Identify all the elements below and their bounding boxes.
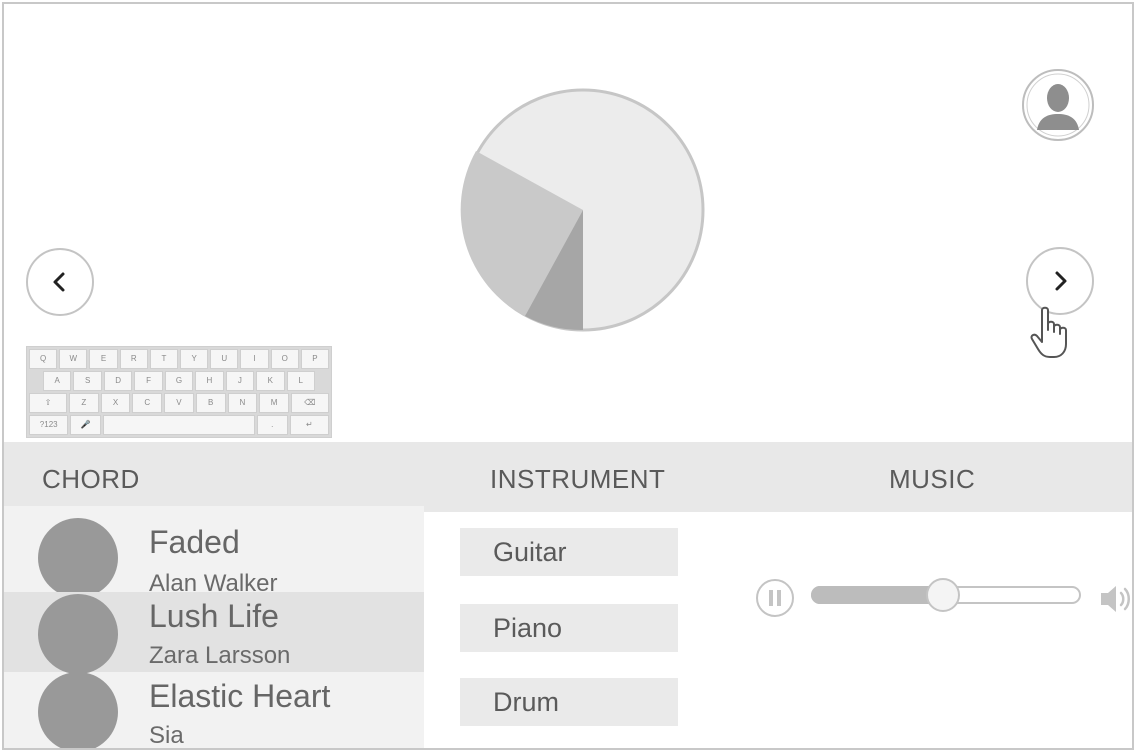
app-frame: QWERTYUIOP ASDFGHJKL ⇧ Z X C V B N M ⌫ ?123 🎤. ↵ C… bbox=[2, 2, 1134, 750]
slider-thumb[interactable] bbox=[926, 578, 961, 612]
keyboard-row: ASDFGHJKL bbox=[29, 371, 329, 391]
keyboard-key[interactable]: ↵ bbox=[289, 415, 329, 435]
virtual-keyboard[interactable]: QWERTYUIOP ASDFGHJKL ⇧ Z X C V B N M ⌫ ?123 🎤. ↵ bbox=[26, 346, 332, 438]
keyboard-key[interactable]: I bbox=[240, 349, 269, 369]
list-item[interactable]: Elastic Heart Sia bbox=[4, 672, 424, 749]
song-artist: Sia bbox=[149, 722, 184, 749]
previous-button[interactable] bbox=[26, 248, 94, 316]
chevron-left-icon bbox=[53, 272, 65, 292]
keyboard-key[interactable]: O bbox=[270, 349, 299, 369]
keyboard-key[interactable]: ⌫ bbox=[290, 393, 329, 413]
keyboard-key[interactable]: E bbox=[89, 349, 118, 369]
next-button[interactable] bbox=[1026, 247, 1094, 315]
tab-music[interactable]: MUSIC bbox=[889, 464, 975, 495]
chord-list: Faded Alan Walker Lush Life Zara Larsson… bbox=[4, 506, 424, 749]
keyboard-key[interactable]: J bbox=[225, 371, 255, 391]
song-thumbnail bbox=[38, 518, 118, 598]
keyboard-key[interactable]: R bbox=[119, 349, 148, 369]
keyboard-key[interactable]: W bbox=[59, 349, 88, 369]
keyboard-key[interactable]: B bbox=[195, 393, 226, 413]
keyboard-key[interactable]: U bbox=[210, 349, 239, 369]
song-title: Lush Life bbox=[149, 598, 279, 634]
keyboard-key[interactable]: L bbox=[286, 371, 315, 391]
instrument-button-guitar[interactable]: Guitar bbox=[460, 528, 678, 576]
tab-instrument[interactable]: INSTRUMENT bbox=[490, 464, 665, 495]
keyboard-row: ⇧ Z X C V B N M ⌫ bbox=[29, 393, 329, 413]
keyboard-key[interactable]: Z bbox=[69, 393, 99, 413]
keyboard-key[interactable]: V bbox=[164, 393, 194, 413]
keyboard-key[interactable] bbox=[103, 415, 255, 435]
keyboard-key[interactable]: C bbox=[132, 393, 163, 413]
keyboard-key[interactable]: G bbox=[164, 371, 194, 391]
chord-wheel[interactable] bbox=[459, 86, 707, 334]
keyboard-key[interactable]: P bbox=[300, 349, 330, 369]
section-header-bar: CHORD INSTRUMENT MUSIC bbox=[4, 442, 1132, 512]
keyboard-key[interactable]: H bbox=[195, 371, 224, 391]
song-title: Elastic Heart bbox=[149, 678, 331, 714]
keyboard-key[interactable]: M bbox=[259, 393, 289, 413]
keyboard-key[interactable]: K bbox=[256, 371, 285, 391]
keyboard-key[interactable]: A bbox=[43, 371, 72, 391]
keyboard-row: QWERTYUIOP bbox=[29, 349, 330, 369]
song-thumbnail bbox=[38, 672, 118, 748]
user-avatar-icon[interactable] bbox=[1021, 68, 1095, 142]
tab-chord[interactable]: CHORD bbox=[42, 464, 140, 495]
song-thumbnail bbox=[38, 594, 118, 674]
list-item[interactable]: Faded Alan Walker bbox=[4, 512, 424, 598]
keyboard-key[interactable]: . bbox=[256, 415, 288, 435]
keyboard-key[interactable]: N bbox=[227, 393, 258, 413]
playback-slider[interactable] bbox=[811, 578, 1081, 612]
slider-fill bbox=[811, 586, 944, 604]
keyboard-key[interactable]: S bbox=[73, 371, 102, 391]
keyboard-key[interactable]: 🎤 bbox=[70, 415, 102, 435]
instrument-button-piano[interactable]: Piano bbox=[460, 604, 678, 652]
keyboard-key[interactable]: ?123 bbox=[29, 415, 69, 435]
chevron-right-icon bbox=[1055, 271, 1067, 291]
hand-cursor-icon bbox=[1030, 306, 1067, 358]
keyboard-key[interactable]: D bbox=[103, 371, 133, 391]
keyboard-key[interactable]: X bbox=[100, 393, 131, 413]
keyboard-key[interactable]: Q bbox=[29, 349, 58, 369]
instrument-button-drum[interactable]: Drum bbox=[460, 678, 678, 726]
pause-icon[interactable] bbox=[755, 578, 795, 618]
list-item[interactable]: Lush Life Zara Larsson bbox=[4, 592, 424, 674]
keyboard-key[interactable]: T bbox=[149, 349, 179, 369]
keyboard-row: ?123 🎤. ↵ bbox=[29, 415, 329, 435]
keyboard-key[interactable]: F bbox=[134, 371, 163, 391]
song-artist: Zara Larsson bbox=[149, 642, 291, 669]
song-title: Faded bbox=[149, 524, 240, 560]
keyboard-key[interactable]: Y bbox=[180, 349, 209, 369]
keyboard-key[interactable]: ⇧ bbox=[29, 393, 68, 413]
volume-icon[interactable] bbox=[1097, 580, 1134, 618]
